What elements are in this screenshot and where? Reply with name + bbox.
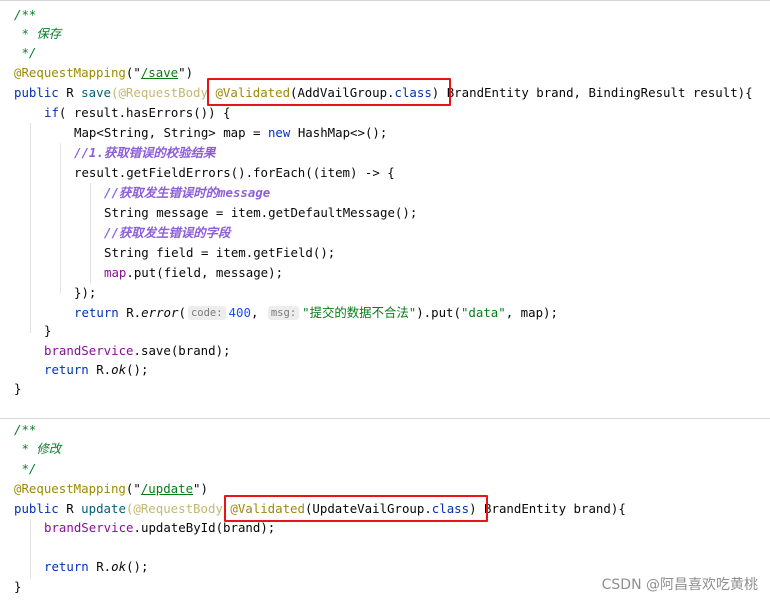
field-line: String field = item.getField(); bbox=[104, 245, 336, 260]
doc-comment-close: */ bbox=[14, 45, 37, 60]
watermark: CSDN @阿昌喜欢吃黄桃 bbox=[601, 577, 758, 593]
mapping-path-link[interactable]: /save bbox=[141, 65, 178, 80]
return-error-line: return R.error(code: 400, msg: "提交的数据不合法")… bbox=[74, 305, 558, 320]
request-mapping-line: @RequestMapping("/save") bbox=[14, 65, 194, 80]
request-mapping-line: @RequestMapping("/update") bbox=[14, 481, 208, 496]
annotation: @RequestMapping bbox=[14, 481, 126, 496]
if-line: if( result.hasErrors()) { bbox=[44, 105, 231, 120]
map-decl-line: Map<String, String> map = new HashMap<>(… bbox=[74, 125, 388, 140]
todo-comment: //获取发生错误的字段 bbox=[104, 225, 231, 240]
indent-guide bbox=[30, 123, 31, 333]
message-line: String message = item.getDefaultMessage(… bbox=[104, 205, 418, 220]
mapping-path-link[interactable]: /update bbox=[141, 481, 193, 496]
indent-guide bbox=[90, 183, 91, 283]
method-close-line: } bbox=[14, 579, 22, 594]
doc-comment-open: /** bbox=[14, 422, 37, 437]
highlight-box bbox=[207, 78, 451, 106]
doc-comment-text: * 修改 bbox=[14, 441, 62, 456]
code-block-save: /** * 保存 */ @RequestMapping("/save") pub… bbox=[0, 0, 770, 401]
map-put-line: map.put(field, message); bbox=[104, 265, 284, 280]
method-name: update bbox=[81, 501, 126, 516]
method-name: save bbox=[81, 85, 111, 100]
method-close-line: } bbox=[14, 381, 22, 396]
parameter-hint-code: code: bbox=[187, 306, 226, 320]
foreach-line: result.getFieldErrors().forEach((item) -… bbox=[74, 165, 395, 180]
return-ok-line: return R.ok(); bbox=[44, 559, 149, 574]
indent-guide bbox=[30, 519, 31, 579]
todo-comment: //获取发生错误时的message bbox=[104, 185, 271, 200]
highlight-box bbox=[224, 495, 488, 522]
service-save-line: brandService.save(brand); bbox=[44, 343, 231, 358]
annotation: @RequestMapping bbox=[14, 65, 126, 80]
return-ok-line: return R.ok(); bbox=[44, 362, 149, 377]
parameter-hint-msg: msg: bbox=[267, 306, 300, 320]
if-close-line: } bbox=[44, 323, 52, 338]
doc-comment-text: * 保存 bbox=[14, 26, 62, 41]
doc-comment-open: /** bbox=[14, 7, 37, 22]
indent-guide bbox=[60, 143, 61, 293]
lambda-close-line: }); bbox=[74, 285, 97, 300]
todo-comment: //1.获取错误的校验结果 bbox=[74, 145, 216, 160]
doc-comment-close: */ bbox=[14, 461, 37, 476]
